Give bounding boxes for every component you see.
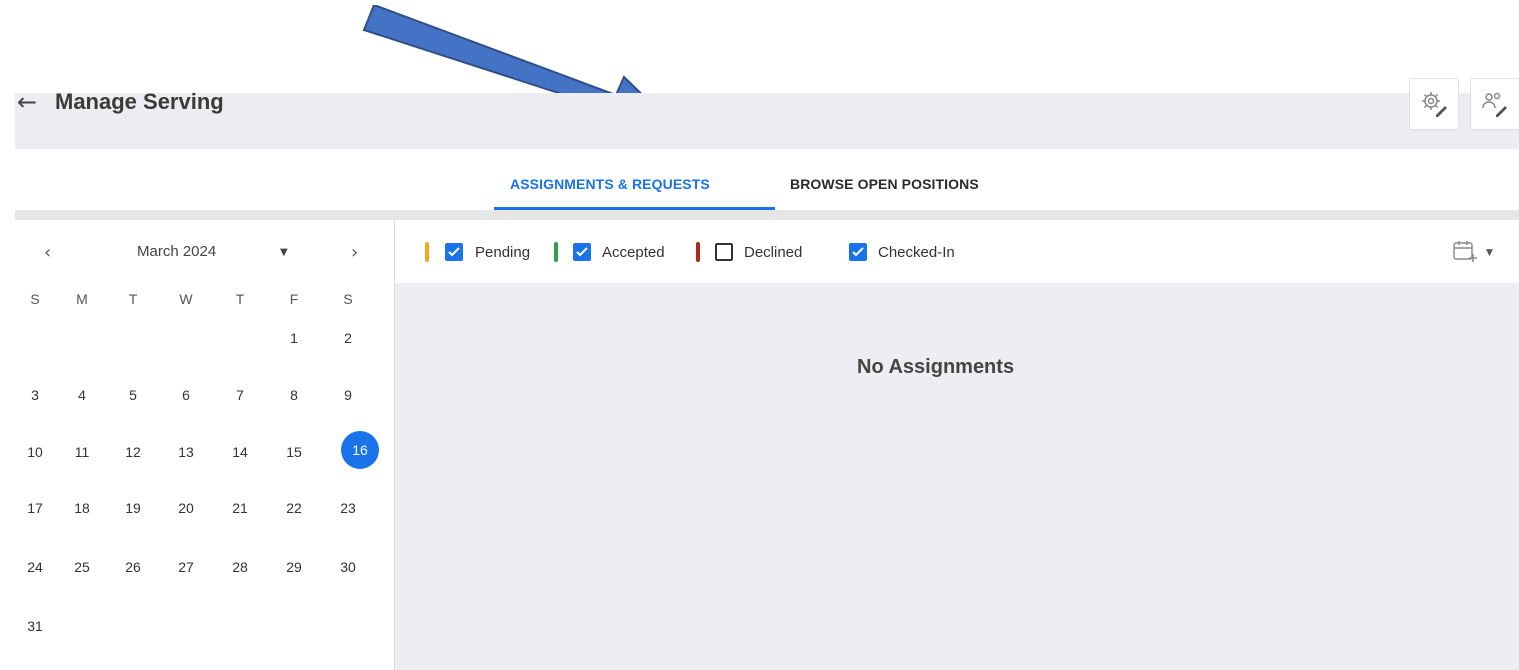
calendar-day[interactable]: 3 [20, 387, 50, 403]
calendar-day[interactable]: 21 [225, 500, 255, 516]
accepted-checkbox[interactable] [573, 243, 591, 261]
calendar-day[interactable]: 4 [67, 387, 97, 403]
calendar-day[interactable]: 17 [20, 500, 50, 516]
declined-label: Declined [744, 244, 803, 261]
calendar-day[interactable]: 20 [171, 500, 201, 516]
weekday-header: S [30, 291, 40, 307]
calendar-day[interactable]: 24 [20, 559, 50, 575]
checked-in-label: Checked-In [878, 244, 955, 261]
weekday-header: T [235, 291, 245, 307]
calendar-day[interactable]: 11 [67, 444, 97, 460]
calendar-day[interactable]: 13 [171, 444, 201, 460]
weekday-header: M [76, 291, 88, 307]
calendar-day[interactable]: 8 [279, 387, 309, 403]
empty-state-message: No Assignments [857, 356, 1015, 378]
chevron-right-icon[interactable]: › [351, 242, 358, 263]
calendar-day[interactable]: 14 [225, 444, 255, 460]
calendar-day[interactable]: 29 [279, 559, 309, 575]
declined-status-color [696, 242, 700, 262]
section-divider [15, 210, 1519, 220]
calendar-day-selected[interactable]: 16 [341, 431, 379, 469]
calendar-day[interactable]: 18 [67, 500, 97, 516]
page-title: Manage Serving [55, 89, 224, 114]
calendar-day[interactable]: 26 [118, 559, 148, 575]
calendar-day[interactable]: 6 [171, 387, 201, 403]
tab-assignments-requests[interactable]: ASSIGNMENTS & REQUESTS [510, 176, 710, 192]
arrow-left-icon[interactable]: ← [17, 90, 37, 114]
people-edit-icon [1482, 92, 1507, 117]
calendar-day[interactable]: 15 [279, 444, 309, 460]
chevron-left-icon[interactable]: ‹ [44, 242, 51, 263]
people-edit-button[interactable] [1470, 78, 1519, 130]
month-dropdown-caret-icon[interactable]: ▼ [280, 247, 288, 258]
tab-bar [15, 150, 1519, 212]
weekday-header: S [343, 291, 353, 307]
pending-status-color [425, 242, 429, 262]
weekday-header: F [289, 291, 299, 307]
tab-browse-open-positions[interactable]: BROWSE OPEN POSITIONS [790, 176, 979, 192]
gear-edit-icon [1422, 92, 1447, 117]
month-label[interactable]: March 2024 [137, 243, 216, 260]
declined-checkbox[interactable] [715, 243, 733, 261]
calendar-day[interactable]: 22 [279, 500, 309, 516]
calendar-day[interactable]: 31 [20, 618, 50, 634]
assignments-content [395, 283, 1519, 670]
checked-in-checkbox[interactable] [849, 243, 867, 261]
settings-edit-button[interactable] [1409, 78, 1459, 130]
calendar-day[interactable]: 2 [333, 330, 363, 346]
weekday-header: T [128, 291, 138, 307]
calendar-add-caret-icon[interactable]: ▼ [1486, 248, 1493, 258]
weekday-header: W [179, 291, 193, 307]
header-bar [15, 93, 1519, 149]
calendar-day[interactable]: 9 [333, 387, 363, 403]
calendar-day[interactable]: 28 [225, 559, 255, 575]
calendar-add-icon[interactable] [1452, 239, 1478, 265]
pending-label: Pending [475, 244, 531, 261]
calendar-day[interactable]: 7 [225, 387, 255, 403]
calendar-day[interactable]: 1 [279, 330, 309, 346]
calendar-day[interactable]: 23 [333, 500, 363, 516]
calendar-day[interactable]: 27 [171, 559, 201, 575]
pending-checkbox[interactable] [445, 243, 463, 261]
accepted-label: Accepted [602, 244, 665, 261]
calendar-day[interactable]: 30 [333, 559, 363, 575]
status-filter-bar [395, 221, 1519, 283]
calendar-day[interactable]: 10 [20, 444, 50, 460]
accepted-status-color [554, 242, 558, 262]
calendar-day[interactable]: 25 [67, 559, 97, 575]
calendar-day[interactable]: 12 [118, 444, 148, 460]
calendar-day[interactable]: 5 [118, 387, 148, 403]
calendar-day[interactable]: 19 [118, 500, 148, 516]
